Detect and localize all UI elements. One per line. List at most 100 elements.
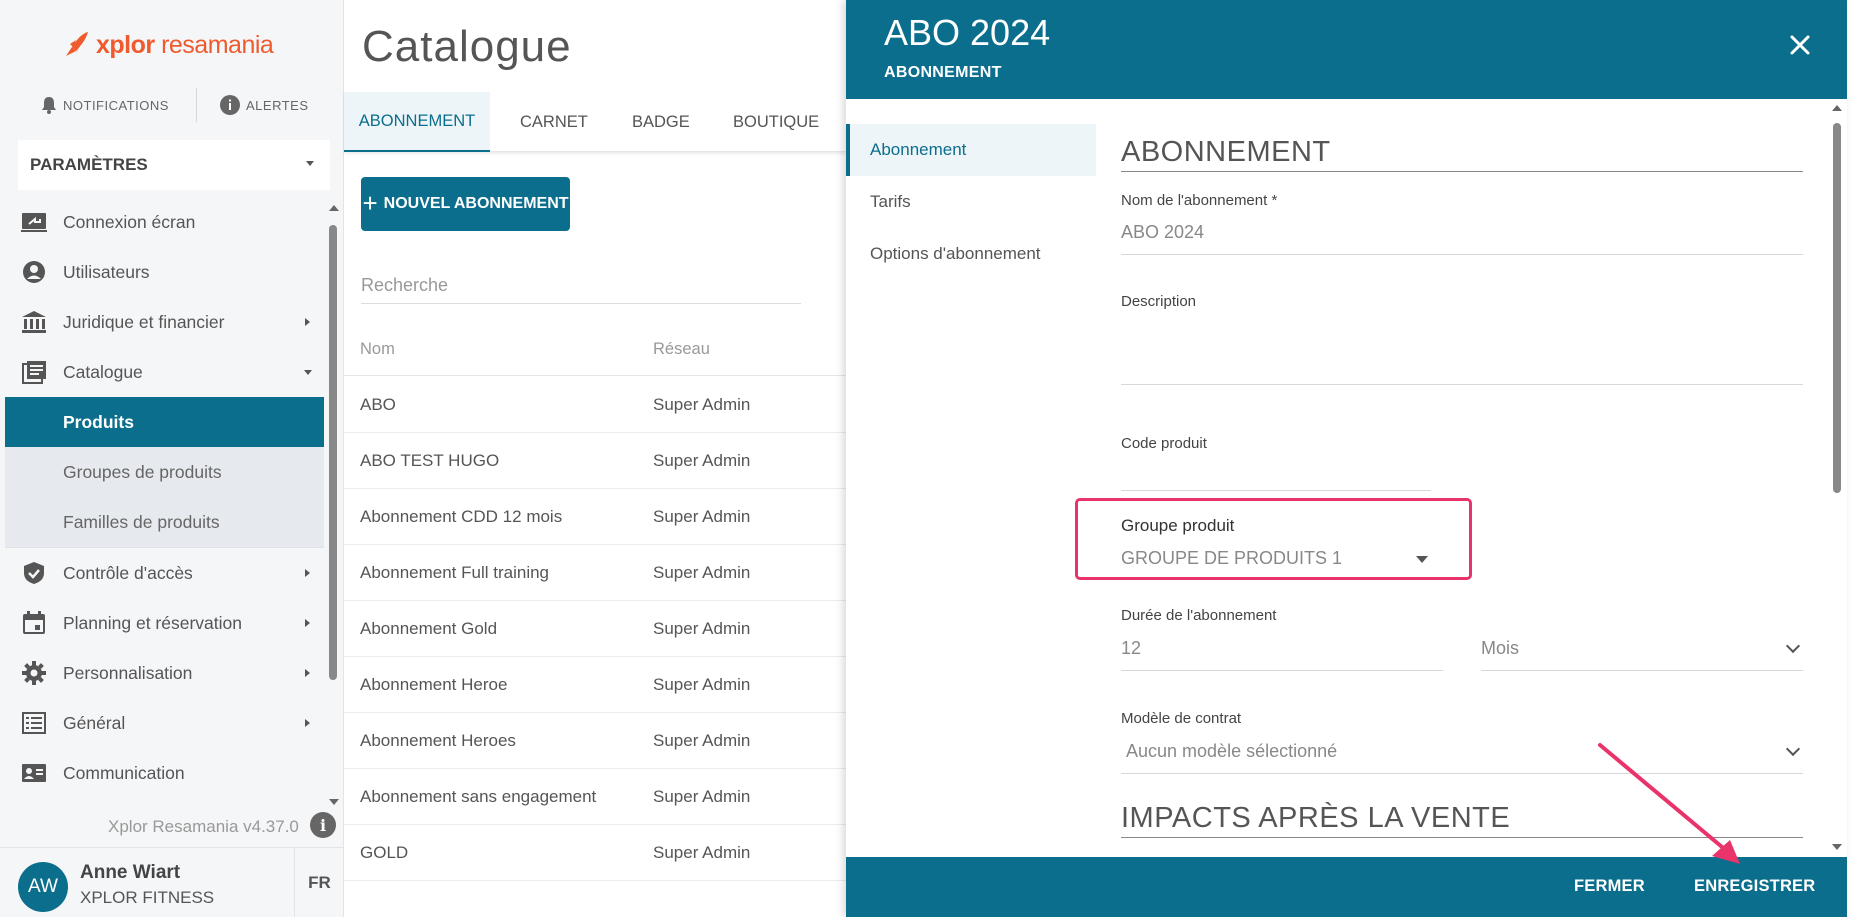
tab-boutique[interactable]: BOUTIQUE xyxy=(733,92,819,152)
subnav-tarifs[interactable]: Tarifs xyxy=(846,176,1096,228)
catalogue-icon xyxy=(22,361,46,384)
sidebar-subitem-familles-produits[interactable]: Familles de produits xyxy=(5,497,324,547)
scroll-thumb[interactable] xyxy=(1833,123,1841,493)
chevron-down-icon[interactable] xyxy=(1785,638,1801,654)
subnav-options[interactable]: Options d'abonnement xyxy=(846,228,1096,280)
row-network: Super Admin xyxy=(653,787,751,806)
panel-footer: FERMER ENREGISTRER xyxy=(846,857,1847,917)
row-name: Abonnement Heroe xyxy=(360,675,508,694)
gear-icon xyxy=(22,661,46,685)
duration-unit-select[interactable]: Mois xyxy=(1481,638,1519,659)
table-row[interactable]: Abonnement CDD 12 mois Super Admin xyxy=(344,489,846,545)
tab-carnet[interactable]: CARNET xyxy=(520,92,588,152)
chevron-right-icon xyxy=(305,318,310,326)
sidebar-item-communication[interactable]: Communication xyxy=(5,748,324,798)
sidebar-item-personnalisation[interactable]: Personnalisation xyxy=(5,648,324,698)
rocket-logo-icon xyxy=(66,32,88,56)
sidebar-item-controle-acces[interactable]: Contrôle d'accès xyxy=(5,548,324,598)
new-subscription-button[interactable]: + NOUVEL ABONNEMENT xyxy=(361,177,570,231)
scroll-up-arrow-icon[interactable] xyxy=(329,205,339,211)
panel-header: ABO 2024 ABONNEMENT xyxy=(846,0,1847,99)
notifications-button[interactable]: NOTIFICATIONS xyxy=(41,96,169,114)
language-switch[interactable]: FR xyxy=(294,848,344,917)
sidebar-item-general[interactable]: Général xyxy=(5,698,324,748)
scroll-up-arrow-icon[interactable] xyxy=(1832,105,1842,111)
name-field[interactable]: ABO 2024 xyxy=(1121,222,1204,243)
sidebar-scrollbar[interactable] xyxy=(327,205,339,805)
sidebar-subitem-label: Produits xyxy=(63,411,134,432)
sidebar-item-label: Utilisateurs xyxy=(63,261,150,282)
caret-down-icon xyxy=(306,161,314,166)
field-underline xyxy=(1121,254,1803,255)
chevron-down-icon[interactable] xyxy=(1785,741,1801,757)
sidebar-item-label: Planning et réservation xyxy=(63,612,242,633)
logo: xplor resamania xyxy=(62,28,274,62)
sidebar-subitem-groupes-produits[interactable]: Groupes de produits xyxy=(5,447,324,497)
table-row[interactable]: Abonnement Gold Super Admin xyxy=(344,601,846,657)
row-network: Super Admin xyxy=(653,451,751,470)
description-field[interactable] xyxy=(1121,384,1803,385)
table-row[interactable]: Abonnement sans engagement Super Admin xyxy=(344,769,846,825)
sidebar-item-label: Juridique et financier xyxy=(63,311,225,332)
info-icon[interactable]: i xyxy=(310,812,336,838)
table-row[interactable]: Abonnement Heroe Super Admin xyxy=(344,657,846,713)
sidebar-item-label: Contrôle d'accès xyxy=(63,562,193,583)
avatar[interactable]: AW xyxy=(18,862,68,912)
version-text: Xplor Resamania v4.37.0 xyxy=(108,817,299,836)
screen-login-icon xyxy=(21,213,47,232)
chevron-right-icon xyxy=(305,569,310,577)
bank-icon xyxy=(22,311,46,333)
divider xyxy=(196,88,197,122)
sidebar-item-catalogue[interactable]: Catalogue xyxy=(5,347,324,397)
chevron-right-icon xyxy=(305,669,310,677)
sidebar-item-connexion-ecran[interactable]: Connexion écran xyxy=(5,197,324,247)
new-subscription-label: NOUVEL ABONNEMENT xyxy=(383,195,569,212)
section-title-abonnement: ABONNEMENT xyxy=(1121,136,1803,172)
column-header-nom[interactable]: Nom xyxy=(360,340,395,359)
scroll-thumb[interactable] xyxy=(329,225,337,680)
product-code-field[interactable] xyxy=(1121,490,1431,491)
row-network: Super Admin xyxy=(653,731,751,750)
table-row[interactable]: ABO Super Admin xyxy=(344,377,846,433)
alerts-button[interactable]: ALERTES xyxy=(220,95,309,115)
catalogue-tabs: ABONNEMENT CARNET BADGE BOUTIQUE xyxy=(344,92,846,152)
contract-model-label: Modèle de contrat xyxy=(1121,710,1242,727)
description-field-label: Description xyxy=(1121,293,1197,310)
scroll-down-arrow-icon[interactable] xyxy=(1832,844,1842,850)
table-row[interactable]: ABO TEST HUGO Super Admin xyxy=(344,433,846,489)
contract-model-select[interactable]: Aucun modèle sélectionné xyxy=(1126,741,1337,762)
sidebar: xplor resamania NOTIFICATIONS ALERTES PA… xyxy=(0,0,344,917)
sidebar-subitem-label: Groupes de produits xyxy=(63,461,222,482)
sidebar-item-planning[interactable]: Planning et réservation xyxy=(5,598,324,648)
row-network: Super Admin xyxy=(653,507,751,526)
table-row[interactable]: GOLD Super Admin xyxy=(344,825,846,881)
sidebar-subitem-produits[interactable]: Produits xyxy=(5,397,324,447)
search-input[interactable] xyxy=(361,268,801,304)
params-label: PARAMÈTRES xyxy=(30,155,148,174)
list-icon xyxy=(22,712,46,734)
table-row[interactable]: Abonnement Heroes Super Admin xyxy=(344,713,846,769)
close-button[interactable]: FERMER xyxy=(1574,877,1645,896)
duration-input[interactable]: 12 xyxy=(1121,638,1141,659)
catalogue-main: Catalogue ABONNEMENT CARNET BADGE BOUTIQ… xyxy=(344,0,846,917)
contact-card-icon xyxy=(22,764,46,782)
page-title: Catalogue xyxy=(362,22,572,71)
subnav-abonnement[interactable]: Abonnement xyxy=(846,124,1096,176)
sidebar-item-juridique[interactable]: Juridique et financier xyxy=(5,297,324,347)
tab-abonnement[interactable]: ABONNEMENT xyxy=(344,92,490,152)
close-icon[interactable] xyxy=(1785,30,1815,60)
params-select[interactable]: PARAMÈTRES xyxy=(18,140,330,190)
row-network: Super Admin xyxy=(653,395,751,414)
column-header-reseau[interactable]: Réseau xyxy=(653,340,710,359)
tab-badge[interactable]: BADGE xyxy=(632,92,690,152)
scroll-down-arrow-icon[interactable] xyxy=(329,799,339,805)
section-title-impacts: IMPACTS APRÈS LA VENTE xyxy=(1121,802,1803,838)
table-row[interactable]: Abonnement Full training Super Admin xyxy=(344,545,846,601)
save-button[interactable]: ENREGISTRER xyxy=(1694,877,1815,896)
sidebar-item-label: Connexion écran xyxy=(63,211,196,232)
panel-subnav: Abonnement Tarifs Options d'abonnement xyxy=(846,124,1096,280)
logo-text: xplor resamania xyxy=(96,30,274,59)
panel-scrollbar[interactable] xyxy=(1830,105,1844,850)
sidebar-item-utilisateurs[interactable]: Utilisateurs xyxy=(5,247,324,297)
field-underline xyxy=(1481,670,1803,671)
